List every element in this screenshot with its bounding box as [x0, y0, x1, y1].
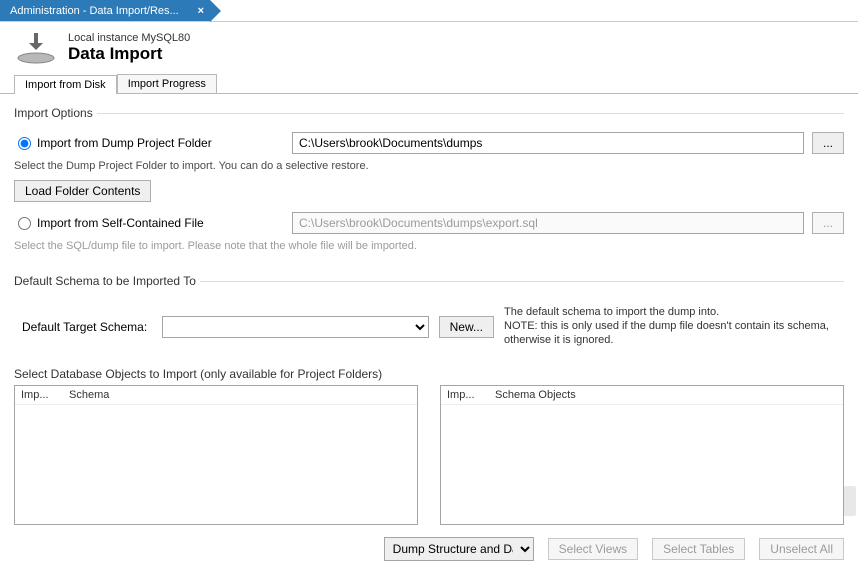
- page-header: Local instance MySQL80 Data Import: [0, 22, 858, 70]
- folder-browse-button[interactable]: ...: [812, 132, 844, 154]
- schema-listbox[interactable]: Imp... Schema: [14, 385, 418, 525]
- schema-col-schema: Schema: [69, 389, 109, 401]
- folder-path-input[interactable]: [292, 132, 804, 154]
- window-tab-close-icon[interactable]: ×: [198, 5, 204, 17]
- import-folder-row: Import from Dump Project Folder ...: [14, 132, 844, 154]
- page-title: Data Import: [68, 44, 190, 64]
- new-schema-button[interactable]: New...: [439, 316, 494, 338]
- schema-objects-listbox-header: Imp... Schema Objects: [441, 386, 843, 405]
- import-options-legend: Import Options: [14, 106, 97, 120]
- window-tab-active[interactable]: Administration - Data Import/Res... ×: [0, 0, 210, 21]
- select-views-button[interactable]: Select Views: [548, 538, 638, 560]
- import-file-radio[interactable]: [18, 217, 31, 230]
- tab-import-progress[interactable]: Import Progress: [117, 74, 217, 93]
- objects-section-label: Select Database Objects to Import (only …: [14, 367, 844, 381]
- default-schema-group: Default Schema to be Imported To Default…: [14, 274, 844, 353]
- import-options-group: Import Options Import from Dump Project …: [14, 106, 844, 260]
- file-browse-button[interactable]: ...: [812, 212, 844, 234]
- instance-label: Local instance MySQL80: [68, 32, 190, 44]
- select-tables-button[interactable]: Select Tables: [652, 538, 745, 560]
- import-folder-radio[interactable]: [18, 137, 31, 150]
- sub-tab-bar: Import from Disk Import Progress: [0, 74, 858, 94]
- schema-listbox-header: Imp... Schema: [15, 386, 417, 405]
- import-file-row: Import from Self-Contained File ...: [14, 212, 844, 234]
- target-schema-select[interactable]: [162, 316, 429, 338]
- load-folder-contents-button[interactable]: Load Folder Contents: [14, 180, 151, 202]
- folder-hint: Select the Dump Project Folder to import…: [14, 160, 844, 172]
- schema-col-import: Imp...: [21, 389, 69, 401]
- import-icon: [14, 30, 58, 66]
- unselect-all-button[interactable]: Unselect All: [759, 538, 844, 560]
- import-file-radio-label[interactable]: Import from Self-Contained File: [14, 216, 284, 230]
- file-path-input[interactable]: [292, 212, 804, 234]
- tab-import-from-disk[interactable]: Import from Disk: [14, 75, 117, 94]
- import-folder-radio-text: Import from Dump Project Folder: [37, 136, 212, 150]
- objects-col-import: Imp...: [447, 389, 495, 401]
- schema-note: The default schema to import the dump in…: [504, 306, 844, 347]
- vertical-scrollbar[interactable]: [844, 486, 856, 516]
- default-schema-legend: Default Schema to be Imported To: [14, 274, 200, 288]
- objects-col-schema-objects: Schema Objects: [495, 389, 576, 401]
- import-file-radio-text: Import from Self-Contained File: [37, 216, 204, 230]
- dump-structure-select[interactable]: Dump Structure and Dat: [384, 537, 534, 561]
- default-schema-row: Default Target Schema: New... The defaul…: [22, 306, 844, 347]
- bottom-controls: Dump Structure and Dat Select Views Sele…: [14, 537, 844, 561]
- objects-tables: Imp... Schema Imp... Schema Objects: [14, 385, 844, 525]
- content-area: Import Options Import from Dump Project …: [0, 94, 858, 573]
- import-folder-radio-label[interactable]: Import from Dump Project Folder: [14, 136, 284, 150]
- target-schema-label: Default Target Schema:: [22, 320, 152, 334]
- schema-objects-listbox[interactable]: Imp... Schema Objects: [440, 385, 844, 525]
- window-tab-title: Administration - Data Import/Res...: [10, 5, 179, 17]
- window-tab-bar: Administration - Data Import/Res... ×: [0, 0, 858, 22]
- file-hint: Select the SQL/dump file to import. Plea…: [14, 240, 844, 252]
